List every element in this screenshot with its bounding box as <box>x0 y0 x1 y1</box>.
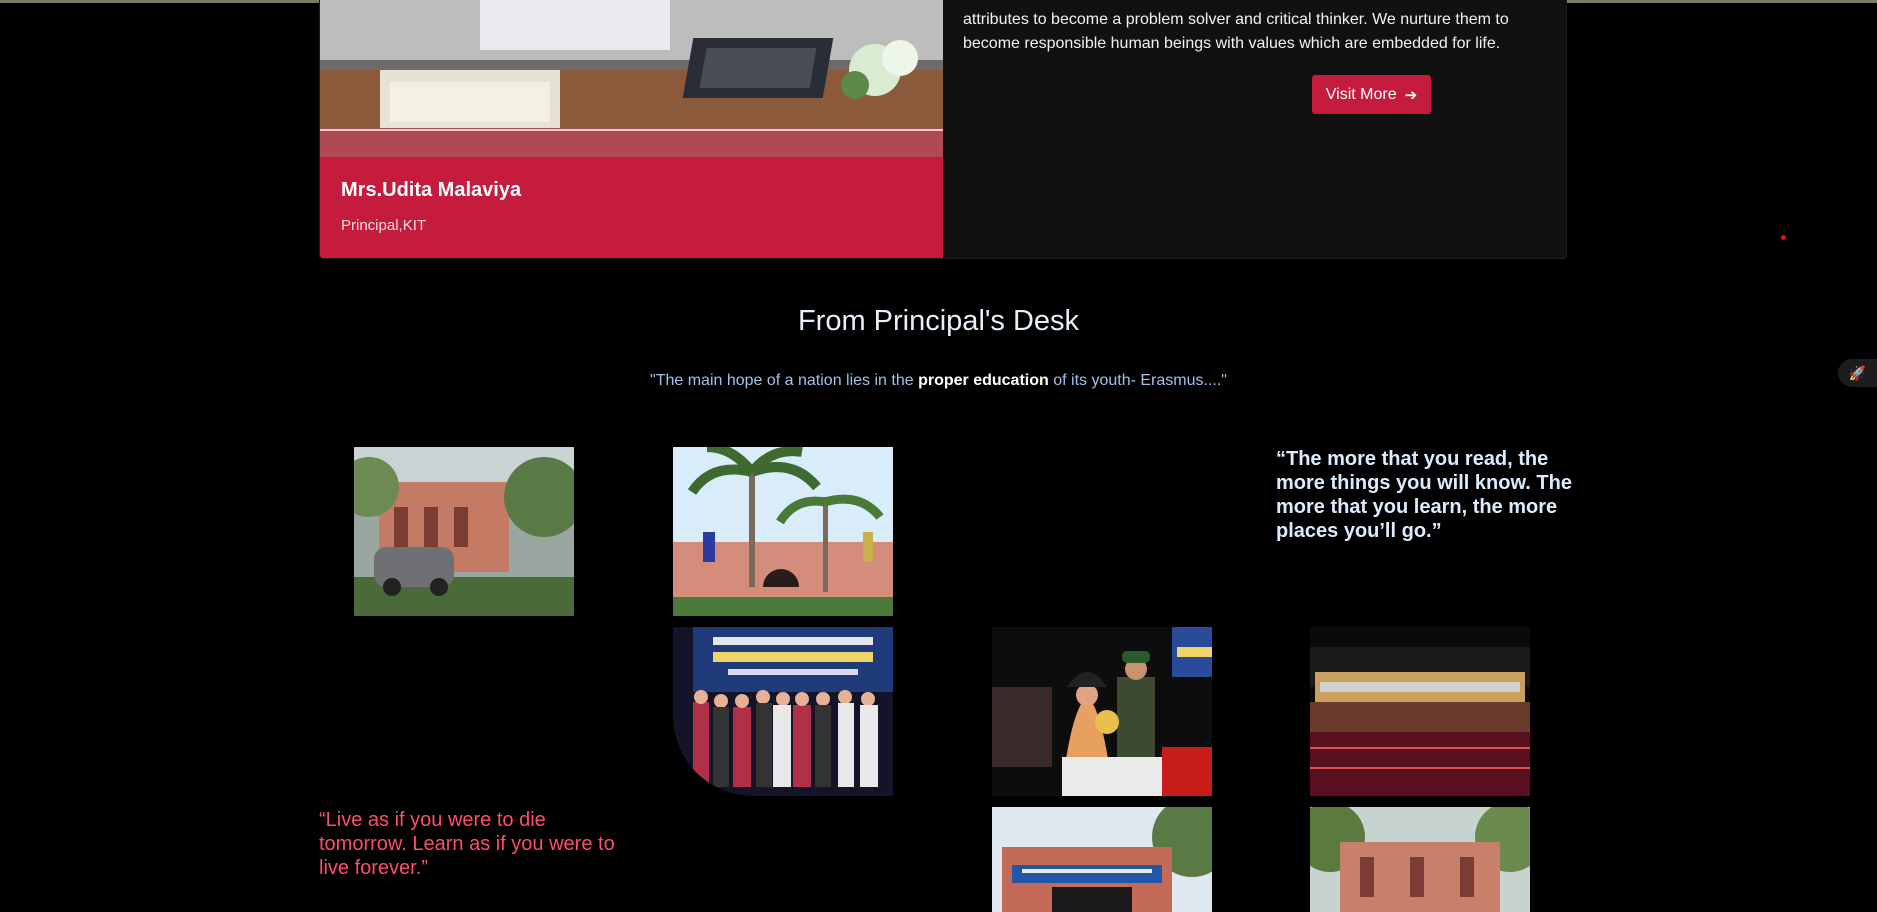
visit-more-button[interactable]: Visit More ➔ <box>1312 75 1431 114</box>
principal-name: Mrs.Udita Malaviya <box>341 179 522 201</box>
principal-name-box: Mrs.Udita Malaviya Principal,KIT <box>320 157 943 258</box>
principal-message: attributes to become a problem solver an… <box>963 11 1509 52</box>
visit-more-label: Visit More <box>1325 85 1397 103</box>
erasmus-quote: "The main hope of a nation lies in the p… <box>0 372 1877 390</box>
section-title: From Principal's Desk <box>797 305 1080 337</box>
red-dot-indicator <box>1781 235 1786 240</box>
gallery-photo-campus-building-car[interactable] <box>354 447 574 616</box>
quote-suffix: of its youth- Erasmus...." <box>1048 372 1227 389</box>
gallery-photo-campus-palms[interactable] <box>673 447 893 616</box>
gallery-photo-annual-function-group[interactable] <box>1310 627 1530 796</box>
principal-role: Principal,KIT <box>341 217 427 234</box>
gallery-photo-campus-building-front[interactable] <box>1310 807 1530 912</box>
principal-photo <box>320 0 943 157</box>
principal-card: Mrs.Udita Malaviya Principal,KIT attribu… <box>319 0 1567 259</box>
quote-prefix: "The main hope of a nation lies in the <box>650 372 919 389</box>
arrow-right-circle-icon: ➔ <box>1404 86 1418 104</box>
gallery-photo-students-stage[interactable] <box>673 627 893 796</box>
gallery-photo-guest-felicitation[interactable] <box>992 627 1212 796</box>
gallery-photo-institute-gate[interactable] <box>992 807 1212 912</box>
quote-reading: “The more that you read, the more things… <box>1276 448 1572 542</box>
quote-bold: proper education <box>918 372 1049 389</box>
quote-live: “Live as if you were to die tomorrow. Le… <box>319 809 615 879</box>
